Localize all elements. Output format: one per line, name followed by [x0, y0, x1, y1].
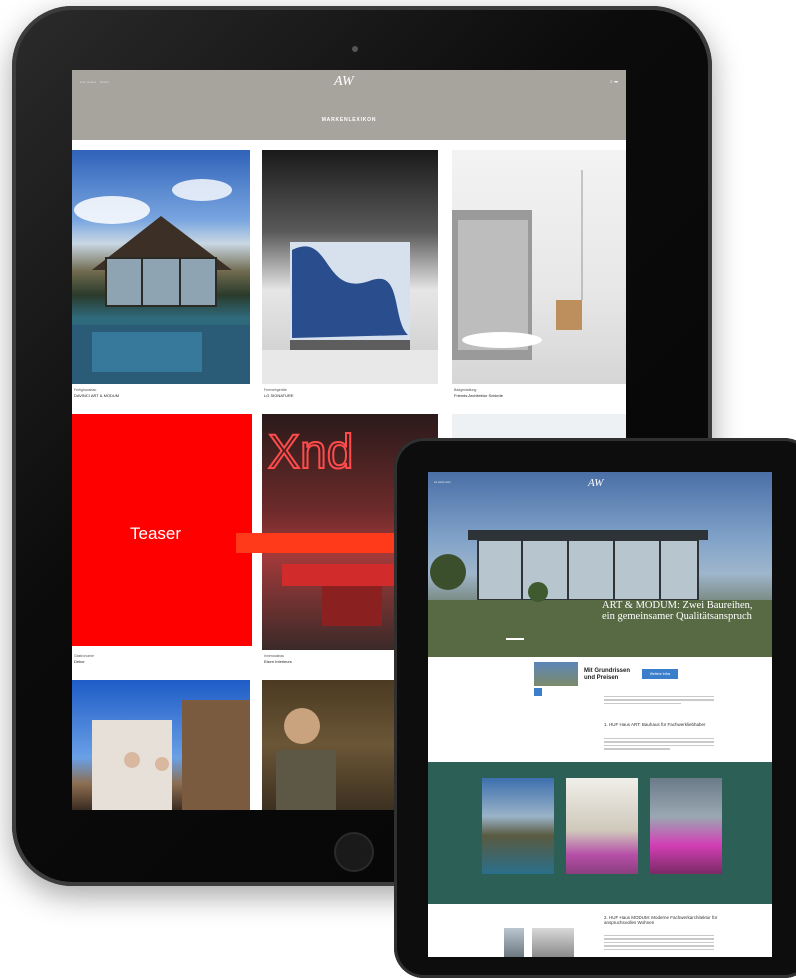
hero-image: ▪▪▪ ▪▪▪▪▪▪ ▪▪▪▪▪ AW ART & MODUM: Zwei Ba… [428, 472, 772, 657]
section-heading: 1. HUF Haus ART: Bauhaus für Fachwerklie… [604, 722, 706, 727]
brand-tile-image[interactable] [72, 150, 250, 384]
brand-tile-image[interactable] [262, 150, 438, 384]
tablet-camera [352, 46, 358, 52]
menu-icon: ☰ [614, 79, 618, 85]
hero-headline: ART & MODUM: Zwei Baureihen, ein gemeins… [602, 600, 753, 622]
tile-caption: Gastronomie Dekor [74, 654, 95, 664]
main-nav[interactable]: ▪▪▪▪ ▪▪▪▪▪▪▪ ▪▪▪▪▪▪▪ [80, 80, 109, 84]
intro-text [604, 696, 714, 706]
page-title: MARKENLEXIKON [321, 117, 377, 123]
search-icon: ⌕ [610, 79, 613, 85]
team-illustration [92, 700, 250, 810]
section-text [604, 935, 714, 952]
home-button[interactable] [334, 832, 374, 872]
bathroom-illustration [452, 170, 583, 360]
brand-tile-image[interactable] [72, 680, 250, 810]
modern-house-illustration [428, 530, 772, 657]
promo-thumbnail[interactable] [534, 662, 578, 686]
brand-tile-image[interactable] [452, 150, 626, 384]
svg-text:Xnd: Xnd [268, 426, 353, 479]
gallery-image[interactable] [650, 778, 722, 874]
tile-caption: Innenausbau Eisen Interieurs [264, 654, 292, 664]
site-logo[interactable]: AW [588, 477, 603, 489]
tile-caption: Fertighausbau DAVINCI ART & MODUM [74, 388, 120, 398]
site-logo[interactable]: AW [334, 74, 354, 90]
teaser-block[interactable]: Teaser [72, 414, 252, 646]
slider-indicator[interactable] [506, 638, 524, 640]
header-icons[interactable]: ⌕ ☰ [610, 79, 618, 85]
tv-illustration [262, 242, 438, 384]
gallery-image[interactable] [566, 778, 638, 874]
main-nav[interactable]: ▪▪▪ ▪▪▪▪▪▪ ▪▪▪▪▪ [434, 480, 451, 484]
gallery-image[interactable] [482, 778, 554, 874]
front-tablet-screen: ▪▪▪ ▪▪▪▪▪▪ ▪▪▪▪▪ AW ART & MODUM: Zwei Ba… [428, 472, 772, 957]
gallery-band [428, 762, 772, 904]
promo-title: Mit Grundrissen und Preisen [584, 668, 631, 681]
site-header: ▪▪▪▪ ▪▪▪▪▪▪▪ ▪▪▪▪▪▪▪ AW ⌕ ☰ MARKENLEXIKO… [72, 70, 626, 140]
teaser-label: Teaser [130, 524, 182, 543]
house-illustration [72, 179, 250, 384]
brochure-icon [534, 688, 542, 696]
tile-caption: Badgestaltung Friends Architektur Schled… [454, 388, 503, 398]
section-heading: 2. HUF Haus MODUM: Moderne Fachwerkarchi… [604, 915, 718, 925]
section-text [604, 738, 714, 752]
promo-button[interactable]: Weitere Infos [642, 669, 678, 679]
tile-caption: Fernsehgeräte LG SIGNATURE [264, 388, 294, 398]
section-image[interactable] [504, 928, 524, 957]
section-image[interactable] [532, 928, 574, 957]
